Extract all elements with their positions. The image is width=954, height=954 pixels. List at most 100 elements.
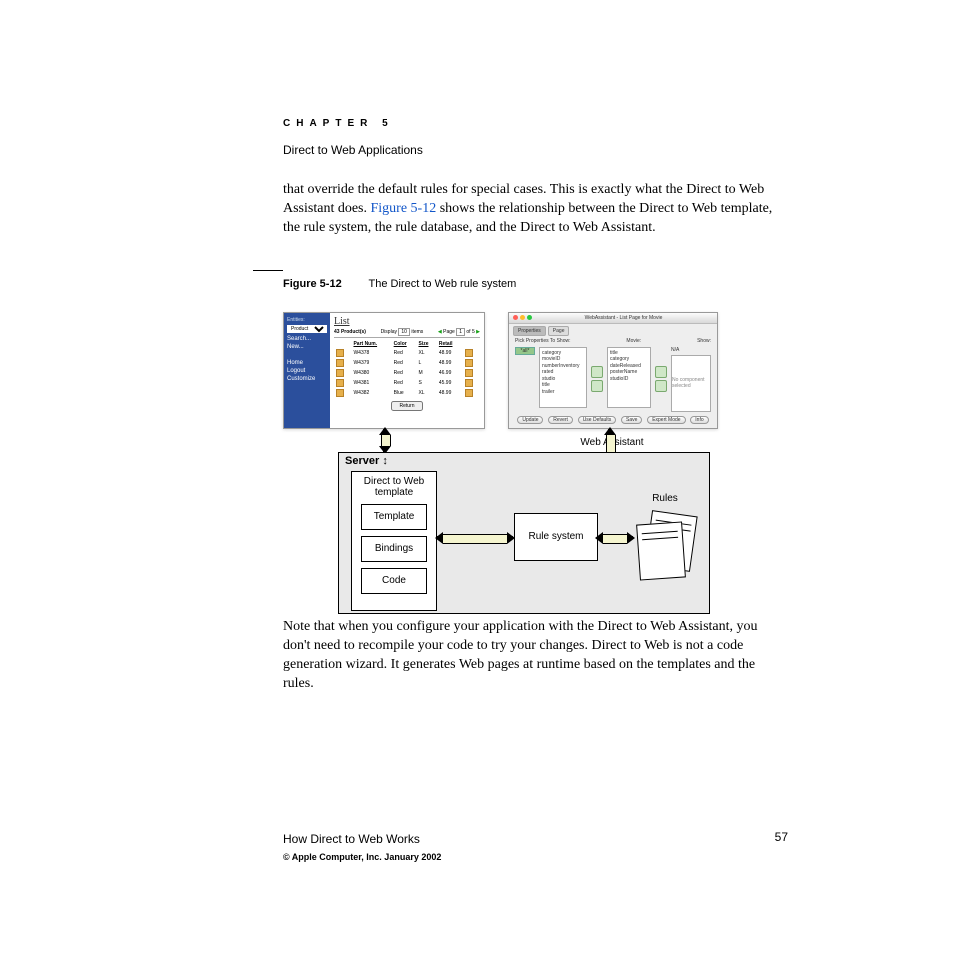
edit-icon[interactable]	[336, 359, 344, 367]
page-number: 57	[775, 830, 788, 844]
assistant-titlebar: WebAssistant - List Page for Movie	[509, 313, 717, 324]
cell: W4381	[351, 378, 391, 388]
cell: Red	[392, 358, 417, 368]
show-section-label: Show:	[697, 338, 711, 344]
prev-page-icon[interactable]: ◀	[438, 329, 442, 335]
figure-crossref-link[interactable]: Figure 5-12	[371, 201, 437, 216]
sidebar-item-customize[interactable]: Customize	[287, 376, 327, 382]
rules-card: Rules	[634, 493, 696, 583]
table-row: W4379RedL48.99	[334, 358, 480, 368]
col-retail[interactable]: Retail	[437, 340, 463, 348]
delete-icon[interactable]	[465, 349, 473, 357]
paragraph-1: that override the default rules for spec…	[283, 181, 788, 238]
chevron-up-down-icon: ↕	[382, 455, 388, 467]
margin-rule	[253, 270, 283, 271]
cell: 48.99	[437, 348, 463, 358]
cell: 45.99	[437, 378, 463, 388]
table-row: W4381RedS45.99	[334, 378, 480, 388]
list-toolbar: 43 Product(s) Display 10 items ◀ Page 1 …	[334, 327, 480, 338]
tab-page[interactable]: Page	[548, 326, 570, 336]
col-color[interactable]: Color	[392, 340, 417, 348]
web-assistant-window: WebAssistant - List Page for Movie Prope…	[508, 312, 718, 429]
cell: W4380	[351, 368, 391, 378]
info-button[interactable]: Info	[690, 416, 708, 424]
product-count: 43 Product(s)	[334, 329, 366, 335]
server-box: Server ↕ Direct to Web template Template…	[338, 452, 710, 614]
close-icon[interactable]	[513, 315, 518, 320]
sidebar-item-home[interactable]: Home	[287, 360, 327, 366]
cell: Red	[392, 348, 417, 358]
cell: XL	[416, 348, 436, 358]
sidebar-item-search[interactable]: Search...	[287, 336, 327, 342]
remove-arrow-icon[interactable]	[591, 380, 603, 392]
cell: Red	[392, 368, 417, 378]
return-button[interactable]: Return	[391, 401, 422, 411]
selected-properties-list[interactable]: title category dateReleased posterName s…	[607, 347, 651, 408]
cell: XL	[416, 388, 436, 398]
d2w-template-box: Direct to Web template Template Bindings…	[351, 471, 437, 611]
revert-button[interactable]: Revert	[548, 416, 573, 424]
all-toggle[interactable]: *all*	[515, 347, 535, 355]
table-row: W4382BlueXL48.99	[334, 388, 480, 398]
delete-icon[interactable]	[465, 379, 473, 387]
save-button[interactable]: Save	[621, 416, 642, 424]
assistant-footer: Update Revert Use Defaults Save Expert M…	[509, 414, 717, 426]
bindings-box: Bindings	[361, 536, 427, 562]
edit-icon[interactable]	[336, 369, 344, 377]
col-size[interactable]: Size	[416, 340, 436, 348]
delete-icon[interactable]	[465, 389, 473, 397]
move-up-icon[interactable]	[655, 366, 667, 378]
list-item[interactable]: studioID	[610, 376, 648, 383]
d2w-title-a: Direct to Web	[364, 476, 424, 487]
edit-icon[interactable]	[336, 349, 344, 357]
sidebar-item-new[interactable]: New...	[287, 344, 327, 350]
component-preview: No component selected	[671, 355, 711, 412]
browser-window: Entities: Product Search... New... Home …	[283, 312, 485, 429]
paragraph-2: Note that when you configure your applic…	[283, 618, 788, 694]
tab-properties[interactable]: Properties	[513, 326, 546, 336]
next-page-icon[interactable]: ▶	[476, 329, 480, 335]
display-value[interactable]: 10	[398, 328, 410, 336]
add-arrow-icon[interactable]	[591, 366, 603, 378]
zoom-icon[interactable]	[527, 315, 532, 320]
page-value[interactable]: 1	[456, 328, 465, 336]
use-defaults-button[interactable]: Use Defaults	[578, 416, 617, 424]
code-box: Code	[361, 568, 427, 594]
d2w-title-b: template	[375, 487, 413, 498]
col-partnum[interactable]: Part Num.	[351, 340, 391, 348]
table-row: W4380RedM46.99	[334, 368, 480, 378]
chapter-label: CHAPTER 5	[283, 118, 788, 129]
entities-label: Entities:	[287, 317, 327, 323]
cell: L	[416, 358, 436, 368]
update-button[interactable]: Update	[517, 416, 543, 424]
cell: 48.99	[437, 388, 463, 398]
cell: S	[416, 378, 436, 388]
edit-icon[interactable]	[336, 379, 344, 387]
cell: M	[416, 368, 436, 378]
items-label: items	[411, 329, 423, 335]
sidebar-item-logout[interactable]: Logout	[287, 368, 327, 374]
figure-5-12: Entities: Product Search... New... Home …	[283, 312, 803, 617]
minimize-icon[interactable]	[520, 315, 525, 320]
cell: W4382	[351, 388, 391, 398]
delete-icon[interactable]	[465, 369, 473, 377]
cell: Red	[392, 378, 417, 388]
page-label: Page	[443, 329, 455, 335]
move-down-icon[interactable]	[655, 380, 667, 392]
product-table: Part Num. Color Size Retail W4378RedXL48…	[334, 340, 480, 398]
cell: W4378	[351, 348, 391, 358]
edit-icon[interactable]	[336, 389, 344, 397]
expert-mode-button[interactable]: Expert Mode	[647, 416, 685, 424]
figure-caption: The Direct to Web rule system	[369, 278, 517, 290]
table-header: Part Num. Color Size Retail	[334, 340, 480, 348]
pick-label: Pick Properties To Show:	[515, 338, 571, 344]
server-label: Server ↕	[345, 455, 388, 467]
figure-caption-row: Figure 5-12 The Direct to Web rule syste…	[283, 278, 788, 290]
delete-icon[interactable]	[465, 359, 473, 367]
page-of: of 5	[466, 329, 474, 335]
rules-label: Rules	[634, 493, 696, 504]
list-item[interactable]: trailer	[542, 389, 584, 396]
available-properties-list[interactable]: category movieID numberInventory rated s…	[539, 347, 587, 408]
entity-select[interactable]: Product	[287, 325, 327, 333]
chapter-title: Direct to Web Applications	[283, 143, 788, 157]
